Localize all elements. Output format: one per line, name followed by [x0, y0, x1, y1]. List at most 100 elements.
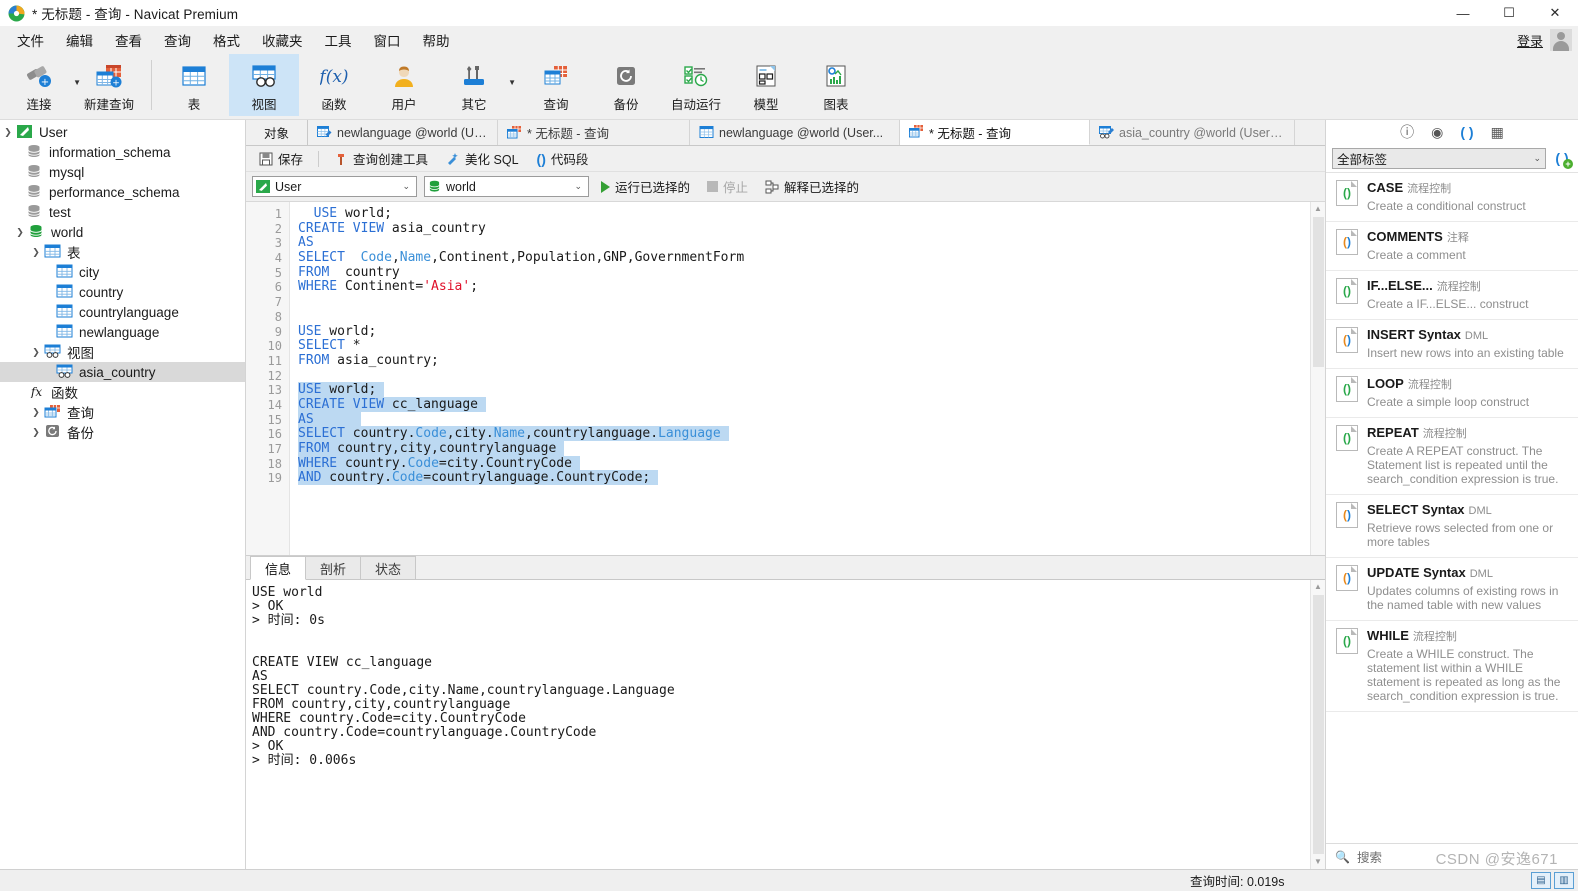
- chevron-down-icon[interactable]: ❯: [28, 247, 44, 258]
- menu-favorites[interactable]: 收藏夹: [251, 27, 314, 53]
- tab-newlanguage-data[interactable]: newlanguage @world (User...: [690, 120, 900, 145]
- chevron-right-icon[interactable]: ❯: [28, 407, 44, 418]
- tree-node-mysql[interactable]: mysql: [0, 162, 245, 182]
- results-tab-strip[interactable]: 信息 剖析 状态: [246, 556, 1325, 580]
- sql-code-line[interactable]: USE world;: [298, 382, 1310, 398]
- tree-node-functions-folder[interactable]: fx 函数: [0, 382, 245, 402]
- add-snippet-button[interactable]: ( ) +: [1552, 148, 1573, 169]
- chevron-down-icon[interactable]: ❯: [12, 227, 28, 238]
- save-button[interactable]: 保存: [252, 147, 310, 170]
- toolbar-function[interactable]: f(x) 函数: [299, 54, 369, 116]
- sql-code-area[interactable]: USE world; CREATE VIEW asia_country AS SELE…: [290, 202, 1310, 555]
- preview-eye-icon[interactable]: ◉: [1431, 125, 1443, 139]
- menu-window[interactable]: 窗口: [363, 27, 412, 53]
- scroll-down-arrow-icon[interactable]: ▼: [1314, 855, 1322, 869]
- sql-code-line[interactable]: FROM country,city,countrylanguage: [298, 441, 1310, 457]
- snippet-item[interactable]: () SELECT Syntax DML Retrieve rows selected…: [1326, 495, 1578, 558]
- snippet-item[interactable]: () REPEAT 流程控制 Create A REPEAT construct. T…: [1326, 418, 1578, 495]
- code-snippet-button[interactable]: () 代码段: [530, 147, 596, 170]
- toolbar-chart[interactable]: 图表: [801, 54, 871, 116]
- form-view-button[interactable]: ▥: [1554, 872, 1574, 889]
- run-selected-button[interactable]: 运行已选择的: [596, 175, 695, 198]
- snippet-item[interactable]: () COMMENTS 注释 Create a comment: [1326, 222, 1578, 271]
- toolbar-backup[interactable]: 备份: [591, 54, 661, 116]
- sql-code-line[interactable]: SELECT country.Code,city.Name,countrylan…: [298, 426, 1310, 442]
- chevron-down-icon[interactable]: ⌄: [402, 181, 413, 192]
- toolbar-new-query[interactable]: + 新建查询: [74, 54, 144, 116]
- sql-code-line[interactable]: WHERE Continent='Asia';: [298, 280, 1310, 295]
- snippet-parens-icon[interactable]: ( ): [1460, 125, 1473, 139]
- toolbar-query[interactable]: 查询: [521, 54, 591, 116]
- toolbar-view[interactable]: 视图: [229, 54, 299, 116]
- sql-code-line[interactable]: CREATE VIEW cc_language: [298, 396, 1310, 413]
- menu-view[interactable]: 查看: [104, 27, 153, 53]
- scroll-thumb[interactable]: [1312, 217, 1324, 367]
- sql-code-line[interactable]: AS: [298, 236, 1310, 251]
- scroll-up-arrow-icon[interactable]: ▲: [1314, 580, 1322, 594]
- tree-node-information-schema[interactable]: information_schema: [0, 142, 245, 162]
- tab-status[interactable]: 状态: [360, 556, 417, 579]
- explain-selected-button[interactable]: 解释已选择的: [760, 175, 864, 198]
- login-link[interactable]: 登录: [1517, 31, 1543, 50]
- snippet-item[interactable]: () INSERT Syntax DML Insert new rows into a…: [1326, 320, 1578, 369]
- sql-code-line[interactable]: AND country.Code=countrylanguage.Country…: [298, 470, 1310, 486]
- info-icon[interactable]: ⓘ: [1400, 125, 1414, 139]
- menu-edit[interactable]: 编辑: [55, 27, 104, 53]
- tab-info[interactable]: 信息: [250, 556, 307, 580]
- close-button[interactable]: ✕: [1532, 0, 1578, 26]
- snippet-item[interactable]: () CASE 流程控制 Create a conditional construct: [1326, 173, 1578, 222]
- tab-newlanguage-design[interactable]: newlanguage @world (User...: [308, 120, 498, 145]
- tree-node-backups-folder[interactable]: ❯ 备份: [0, 422, 245, 442]
- tree-node-table-countrylanguage[interactable]: countrylanguage: [0, 302, 245, 322]
- toolbar-automation[interactable]: 自动运行: [661, 54, 731, 116]
- sql-code-line[interactable]: WHERE country.Code=city.CountryCode: [298, 455, 1310, 472]
- chevron-down-icon[interactable]: ❯: [0, 127, 16, 138]
- scroll-thumb[interactable]: [1312, 595, 1324, 854]
- toolbar-other[interactable]: 其它: [439, 54, 509, 116]
- connection-select[interactable]: User ⌄: [252, 176, 417, 197]
- sql-editor[interactable]: 1 2 3 4 5 6 7 8 9 10 11 12 13 14 15 16 1…: [246, 202, 1325, 556]
- tab-profile[interactable]: 剖析: [305, 556, 362, 579]
- menu-help[interactable]: 帮助: [412, 27, 461, 53]
- tree-node-table-city[interactable]: city: [0, 262, 245, 282]
- editor-vertical-scrollbar[interactable]: ▲: [1310, 202, 1325, 555]
- sql-code-line[interactable]: SELECT Code,Name,Continent,Population,GN…: [298, 250, 1310, 266]
- chevron-down-icon[interactable]: ▼: [508, 78, 516, 87]
- tree-node-views-folder[interactable]: ❯ 视图: [0, 342, 245, 362]
- menu-format[interactable]: 格式: [202, 27, 251, 53]
- tree-node-world[interactable]: ❯ world: [0, 222, 245, 242]
- sql-code-line[interactable]: SELECT *: [298, 338, 1310, 354]
- tab-untitled-query-2-active[interactable]: * 无标题 - 查询: [900, 120, 1090, 145]
- menu-query[interactable]: 查询: [153, 27, 202, 53]
- tree-node-performance-schema[interactable]: performance_schema: [0, 182, 245, 202]
- toolbar-table[interactable]: 表: [159, 54, 229, 116]
- chevron-down-icon[interactable]: ⌄: [574, 181, 585, 192]
- tree-node-queries-folder[interactable]: ❯ 查询: [0, 402, 245, 422]
- sql-code-line[interactable]: [298, 310, 1310, 325]
- tab-objects[interactable]: 对象: [246, 120, 308, 145]
- tree-node-user[interactable]: ❯ User: [0, 122, 245, 142]
- toolbar-connection[interactable]: + 连接: [4, 54, 74, 116]
- sql-code-line[interactable]: FROM asia_country;: [298, 353, 1310, 369]
- beautify-sql-button[interactable]: 美化 SQL: [439, 147, 526, 170]
- tree-node-test[interactable]: test: [0, 202, 245, 222]
- menu-file[interactable]: 文件: [6, 27, 55, 53]
- menu-tools[interactable]: 工具: [314, 27, 363, 53]
- document-tab-strip[interactable]: 对象 newlanguage @world (User... * 无标题 - 查…: [246, 120, 1325, 146]
- grid-view-button[interactable]: ▤: [1531, 872, 1551, 889]
- chevron-down-icon[interactable]: ⌄: [1533, 153, 1541, 164]
- results-vertical-scrollbar[interactable]: ▲ ▼: [1310, 580, 1325, 869]
- object-tree-sidebar[interactable]: ❯ User information_schema mysql performa…: [0, 120, 246, 869]
- sql-code-line[interactable]: CREATE VIEW asia_country: [298, 221, 1310, 237]
- maximize-button[interactable]: ☐: [1486, 0, 1532, 26]
- snippet-item[interactable]: () UPDATE Syntax DML Updates columns of exi…: [1326, 558, 1578, 621]
- avatar[interactable]: [1550, 29, 1572, 51]
- snippets-list[interactable]: () CASE 流程控制 Create a conditional construct…: [1326, 172, 1578, 843]
- tag-filter-select[interactable]: 全部标签 ⌄: [1332, 147, 1546, 169]
- toolbar-model[interactable]: 模型: [731, 54, 801, 116]
- sql-code-line[interactable]: USE world;: [298, 324, 1310, 340]
- toolbar-user[interactable]: 用户: [369, 54, 439, 116]
- grid-icon[interactable]: ▦: [1491, 125, 1504, 139]
- chevron-down-icon[interactable]: ❯: [28, 347, 44, 358]
- tab-untitled-query-1[interactable]: * 无标题 - 查询: [498, 120, 690, 145]
